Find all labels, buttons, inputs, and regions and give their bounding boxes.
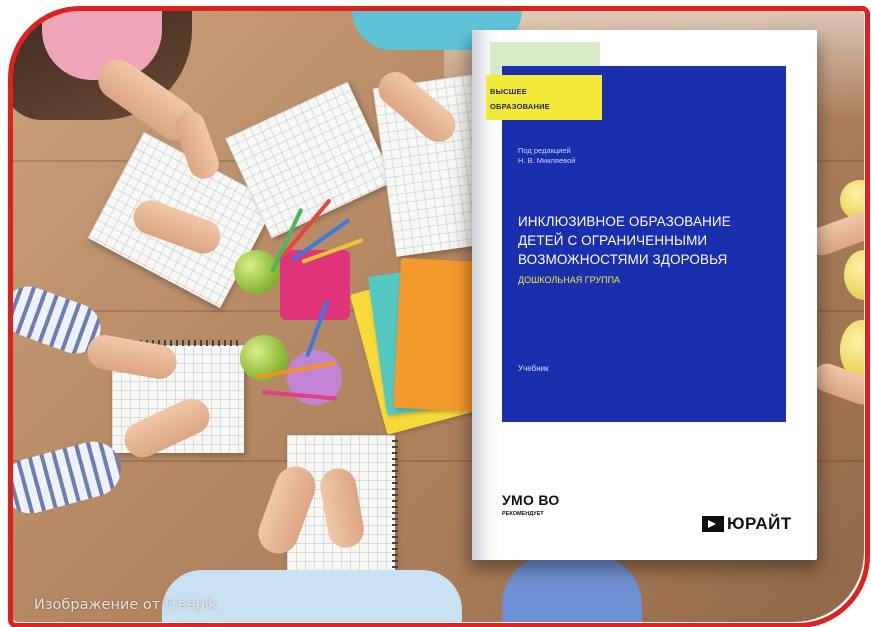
- publisher-logo: ЮРАЙТ: [702, 514, 792, 534]
- editor-name: Н. В. Микляевой: [518, 156, 576, 165]
- book-subtitle: ДОШКОЛЬНАЯ ГРУППА: [518, 275, 621, 285]
- textbook-cover: ВЫСШЕЕ ОБРАЗОВАНИЕ Под редакцией Н. В. М…: [472, 30, 817, 560]
- notebook-rings: [392, 440, 398, 590]
- child-shirt-bottom: [162, 570, 462, 622]
- publisher-name: ЮРАЙТ: [727, 514, 792, 533]
- book-title-line-1: ИНКЛЮЗИВНОЕ ОБРАЗОВАНИЕ: [518, 214, 731, 229]
- cover-level-badge: [486, 75, 602, 120]
- pencil-cup-pink: [280, 250, 350, 320]
- book-title-line-3: ВОЗМОЖНОСТЯМИ ЗДОРОВЬЯ: [518, 252, 728, 267]
- striped-sleeve: [12, 435, 128, 520]
- badge-line-1: ВЫСШЕЕ: [490, 87, 527, 96]
- editor-label: Под редакцией: [518, 146, 571, 155]
- image-credit: Изображение от Freepik: [34, 597, 218, 613]
- book-type: Учебник: [518, 364, 549, 373]
- umo-vo-mark: УМО ВО: [502, 492, 560, 508]
- publisher-mark-icon: [702, 516, 724, 532]
- yellow-fruit: [844, 250, 864, 300]
- umo-recommends: РЕКОМЕНДУЕТ: [502, 511, 544, 517]
- book-title-line-2: ДЕТЕЙ С ОГРАНИЧЕННЫМИ: [518, 233, 708, 248]
- image-frame: ВЫСШЕЕ ОБРАЗОВАНИЕ Под редакцией Н. В. М…: [0, 0, 871, 627]
- badge-line-2: ОБРАЗОВАНИЕ: [490, 102, 550, 111]
